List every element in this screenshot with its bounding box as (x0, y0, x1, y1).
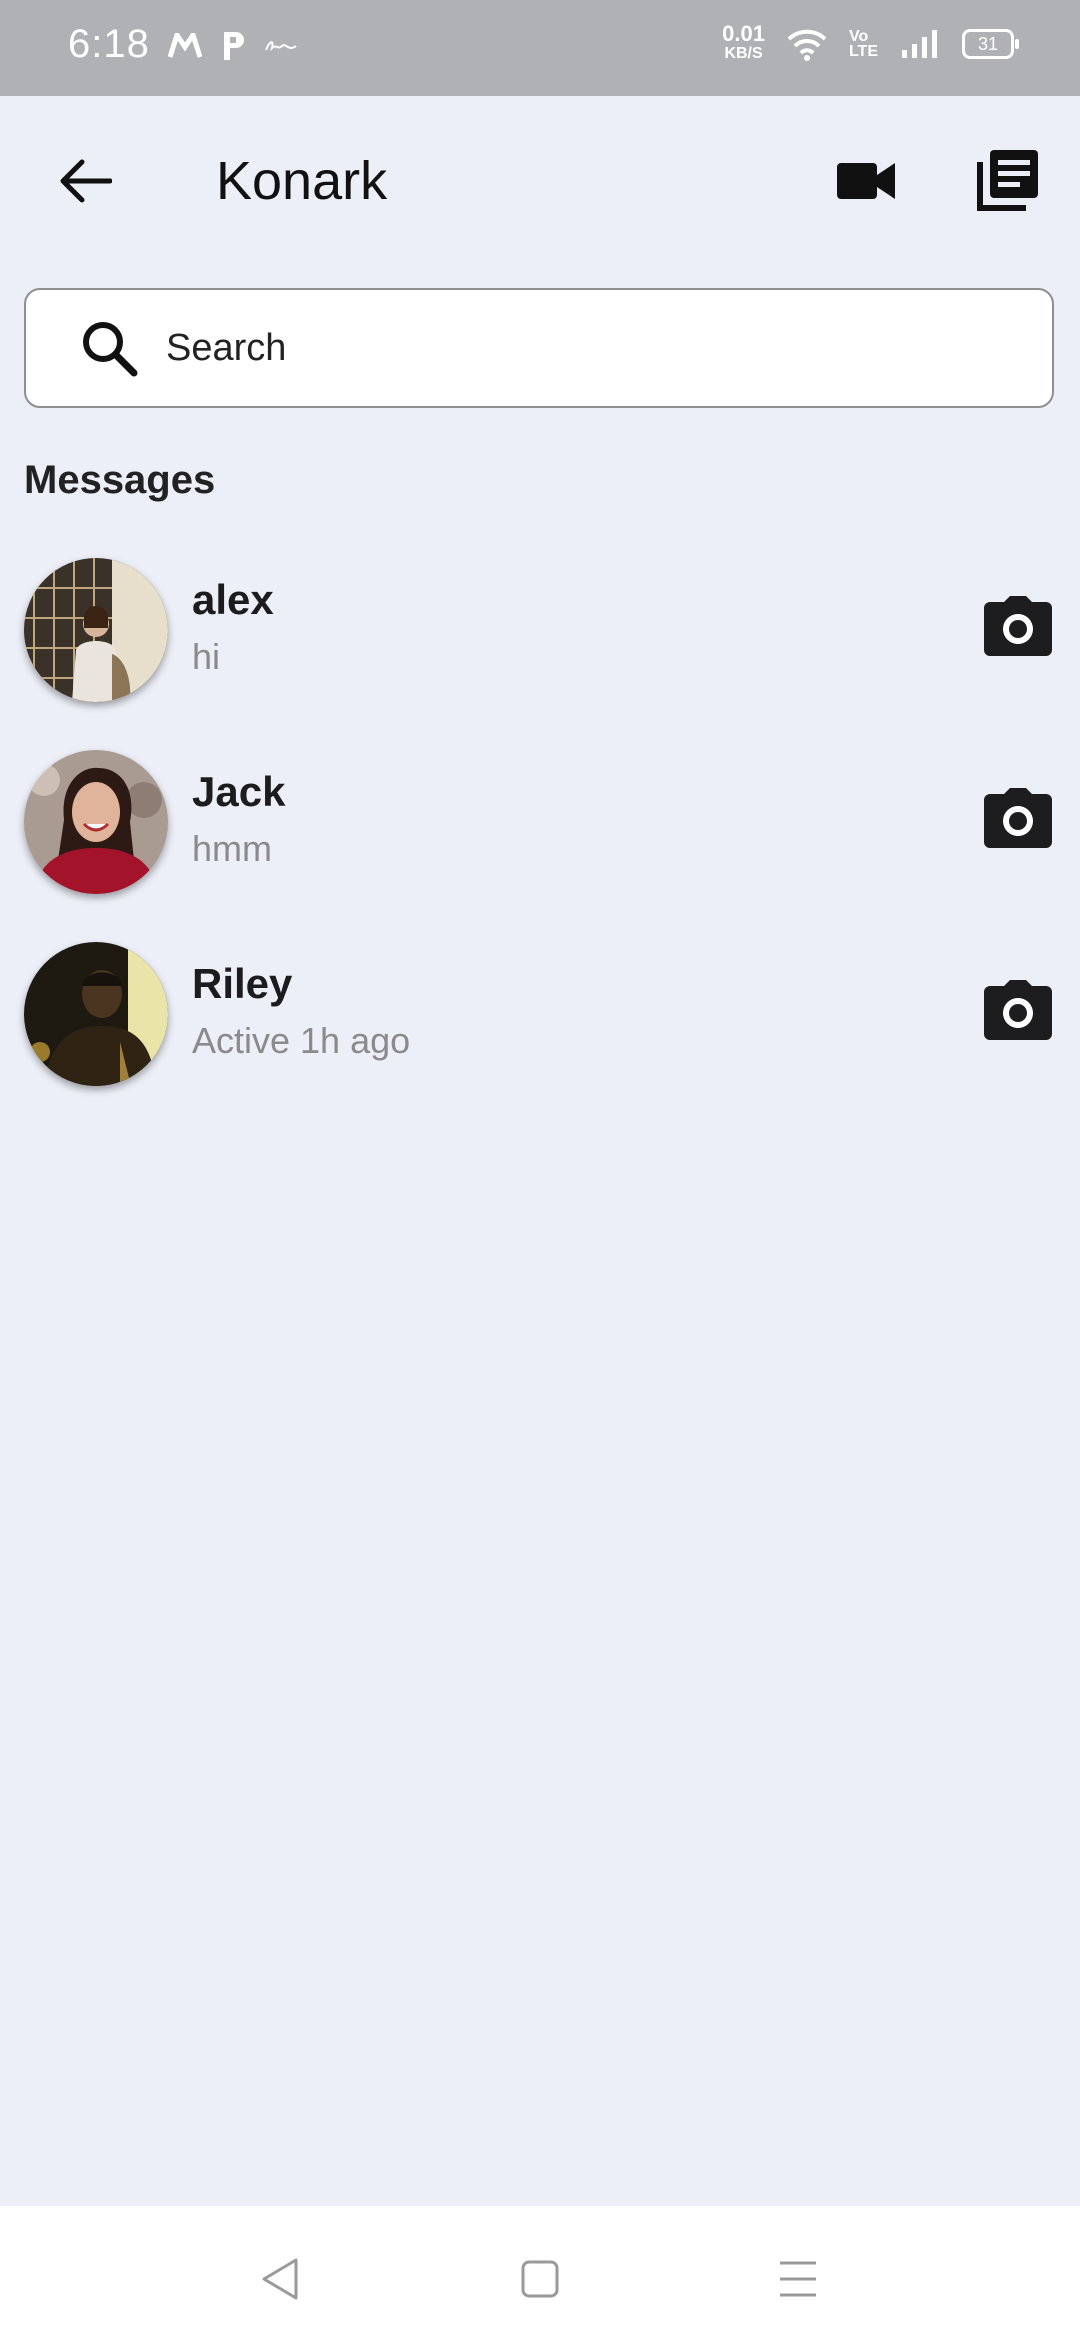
contact-name: alex (192, 576, 274, 623)
contact-name: Riley (192, 960, 293, 1007)
camera-icon[interactable] (984, 596, 1052, 656)
notification-icons (168, 30, 298, 62)
volte-indicator: Vo LTE (848, 28, 878, 60)
avatar (24, 558, 168, 702)
list-item[interactable]: Jack hmm (0, 744, 1080, 936)
battery-indicator: 31 (962, 29, 1019, 59)
wifi-icon (787, 29, 827, 61)
status-bar: 6:18 0.01 KB/S Vo LTE 31 (0, 0, 1080, 96)
library-books-icon (977, 150, 1038, 211)
camera-icon[interactable] (984, 980, 1052, 1040)
net-speed: 0.01 KB/S (722, 21, 765, 63)
avatar (24, 942, 168, 1086)
app-header: Konark (0, 96, 1080, 266)
back-button[interactable] (50, 146, 120, 216)
list-item[interactable]: alex hi (0, 552, 1080, 744)
app-p-icon (224, 32, 244, 60)
status-time: 6:18 (68, 22, 150, 66)
avatar (24, 750, 168, 894)
library-button[interactable] (970, 142, 1046, 218)
nav-back-button[interactable] (250, 2254, 310, 2304)
contact-name: Jack (192, 768, 286, 815)
messages-list: alex hi Jack hmm Riley Active 1h ago (0, 552, 1080, 1128)
section-title-messages: Messages (24, 458, 216, 502)
menu-lines-icon (780, 2261, 816, 2297)
list-item[interactable]: Riley Active 1h ago (0, 936, 1080, 1128)
arrow-left-icon (60, 159, 112, 203)
message-preview: hi (192, 636, 221, 677)
search-bar[interactable] (24, 288, 1054, 408)
message-preview: Active 1h ago (192, 1020, 411, 1061)
signal-icon (902, 30, 937, 58)
video-camera-icon (837, 163, 895, 199)
page-title: Konark (216, 151, 388, 211)
nav-menu-button[interactable] (768, 2254, 828, 2304)
search-input[interactable] (164, 325, 968, 371)
search-icon (80, 318, 140, 378)
app-m-icon (168, 33, 202, 58)
message-preview: hmm (192, 828, 272, 869)
status-right-icons: 0.01 KB/S Vo LTE 31 (722, 21, 1019, 64)
system-nav-bar (0, 2206, 1080, 2340)
nav-home-button[interactable] (510, 2254, 570, 2304)
video-call-button[interactable] (828, 146, 904, 216)
camera-icon[interactable] (984, 788, 1052, 848)
triangle-back-icon (262, 2258, 298, 2300)
square-home-icon (521, 2260, 559, 2298)
app-script-icon (265, 41, 297, 52)
